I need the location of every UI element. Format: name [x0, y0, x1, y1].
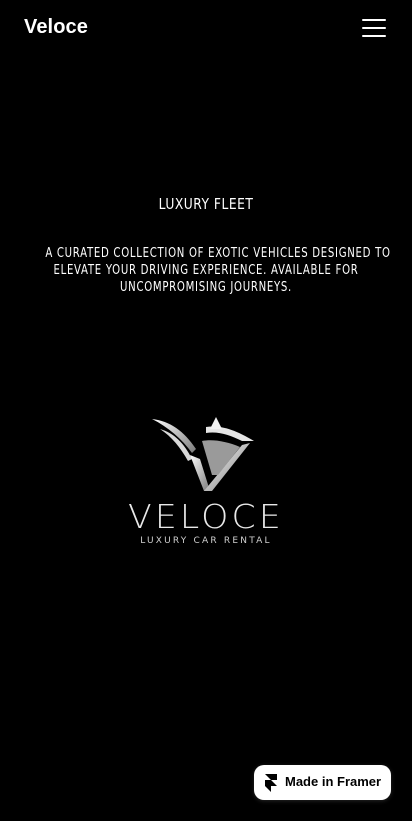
- winged-v-logo-icon: [152, 417, 254, 491]
- hamburger-menu-icon[interactable]: [362, 17, 388, 39]
- section-description: A CURATED COLLECTION OF EXOTIC VEHICLES …: [45, 245, 391, 296]
- site-header: Veloce: [0, 0, 412, 56]
- description-line: A CURATED COLLECTION OF EXOTIC VEHICLES …: [45, 246, 391, 261]
- logo-wordmark: VELOCE: [128, 497, 284, 536]
- description-line: UNCOMPROMISING JOURNEYS.: [120, 280, 292, 295]
- menu-bar: [362, 35, 386, 37]
- logo-tagline: LUXURY CAR RENTAL: [140, 536, 272, 546]
- framer-logo-icon: [265, 774, 277, 792]
- section-title: LUXURY FLEET: [158, 195, 254, 213]
- made-in-framer-badge[interactable]: Made in Framer: [254, 765, 391, 800]
- brand-name[interactable]: Veloce: [24, 16, 88, 39]
- veloce-logo: VELOCE LUXURY CAR RENTAL: [106, 415, 306, 550]
- menu-bar: [362, 27, 386, 29]
- badge-label: Made in Framer: [285, 774, 382, 789]
- menu-bar: [362, 19, 386, 21]
- description-line: ELEVATE YOUR DRIVING EXPERIENCE. AVAILAB…: [53, 263, 359, 278]
